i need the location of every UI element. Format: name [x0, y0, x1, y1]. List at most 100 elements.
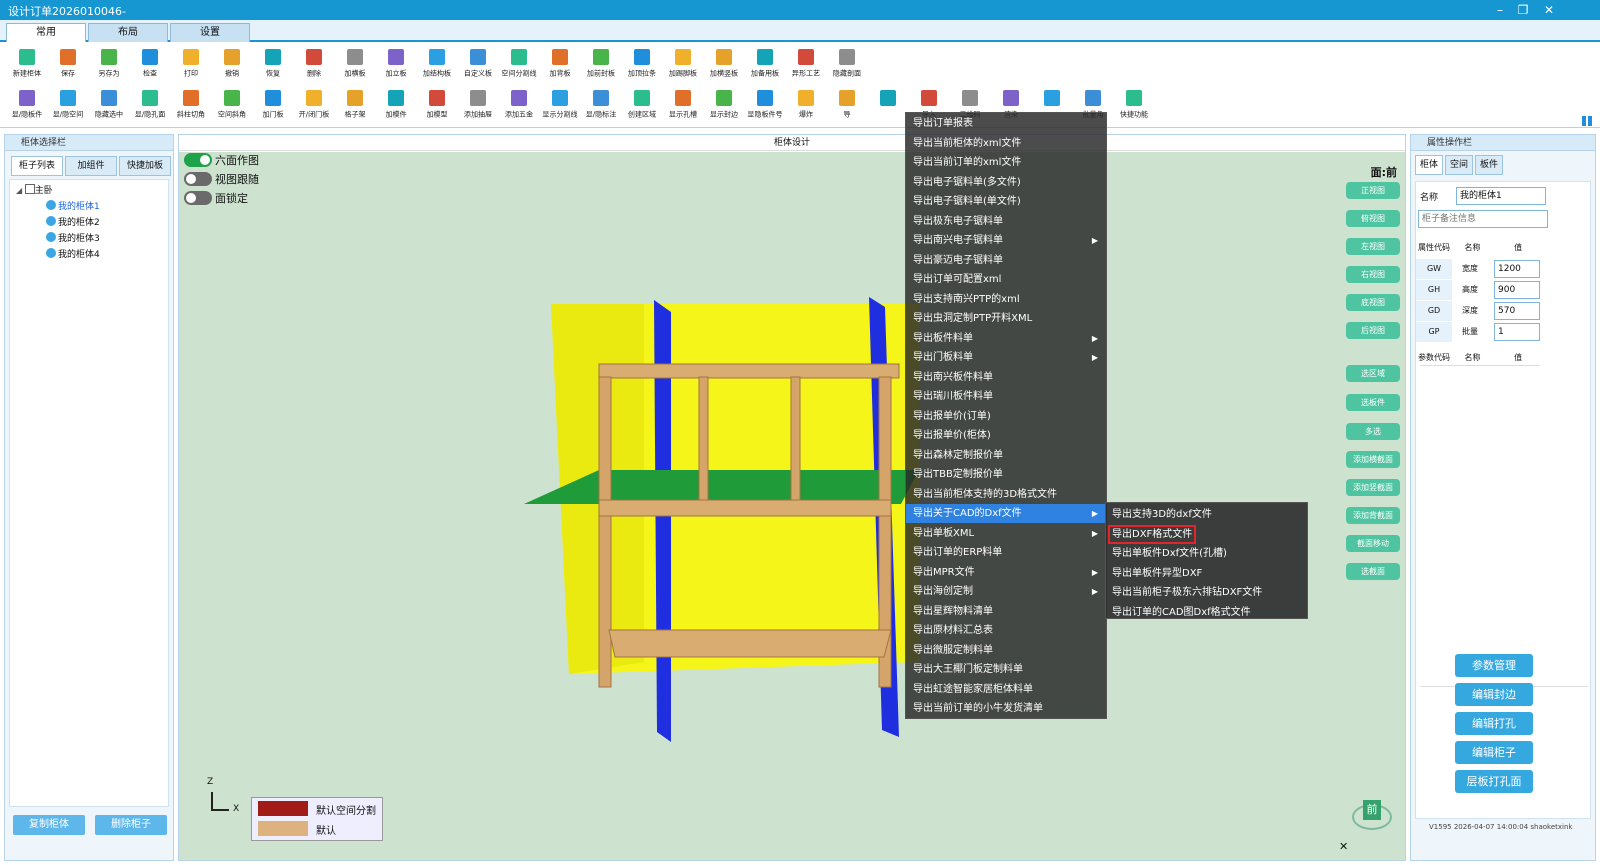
- toolbar-button-r2-7[interactable]: 开/闭门板: [291, 87, 337, 125]
- tree-root[interactable]: ◢ 主卧: [16, 184, 53, 198]
- param-value-input[interactable]: 1: [1494, 323, 1540, 341]
- menu-item-29[interactable]: 导出虹途智能家居柜体料单: [906, 680, 1106, 699]
- toolbar-button-r1-7[interactable]: 删除: [291, 46, 337, 84]
- view-button-3[interactable]: 右视图: [1346, 266, 1400, 283]
- submenu-item-4[interactable]: 导出当前柜子极东六排钻DXF文件: [1108, 583, 1306, 602]
- menu-item-6[interactable]: 导出南兴电子锯料单 ▶: [906, 231, 1106, 250]
- menu-item-22[interactable]: 导出订单的ERP料单: [906, 543, 1106, 562]
- cabinet-name-input[interactable]: 我的柜体1: [1456, 187, 1546, 205]
- tab-cabinet-list[interactable]: 柜子列表: [11, 156, 63, 176]
- view-button-12[interactable]: 截面移动: [1346, 535, 1400, 552]
- view-button-0[interactable]: 正视图: [1346, 182, 1400, 199]
- view-button-6[interactable]: 选区域: [1346, 365, 1400, 382]
- toolbar-button-r2-14[interactable]: 显/隐标注: [578, 87, 624, 125]
- toolbar-button-r1-13[interactable]: 加背板: [537, 46, 583, 84]
- toolbar-button-r1-4[interactable]: 打印: [168, 46, 214, 84]
- tree-item-cabinet-1[interactable]: 我的柜体1: [46, 200, 100, 214]
- delete-cabinet-button[interactable]: 删除柜子: [95, 815, 167, 835]
- submenu-item-5[interactable]: 导出订单的CAD图Dxf格式文件: [1108, 603, 1306, 622]
- toolbar-button-r1-14[interactable]: 加前封板: [578, 46, 624, 84]
- copy-cabinet-button[interactable]: 复制柜体: [13, 815, 85, 835]
- tab-board[interactable]: 板件: [1475, 155, 1503, 175]
- view-button-9[interactable]: 添加横截面: [1346, 451, 1400, 468]
- toolbar-button-r2-27[interactable]: 快捷功能: [1111, 87, 1157, 125]
- property-action-button-4[interactable]: 层板打孔面: [1455, 770, 1533, 793]
- tab-common[interactable]: 常用: [6, 23, 86, 42]
- menu-item-17[interactable]: 导出森林定制报价单: [906, 446, 1106, 465]
- toolbar-button-r1-8[interactable]: 加横板: [332, 46, 378, 84]
- tab-space[interactable]: 空间: [1445, 155, 1473, 175]
- property-action-button-1[interactable]: 编辑封边: [1455, 683, 1533, 706]
- toolbar-button-r2-9[interactable]: 加模件: [373, 87, 419, 125]
- tree-item-cabinet-2[interactable]: 我的柜体2: [46, 216, 100, 230]
- toolbar-button-r2-17[interactable]: 显示封边: [701, 87, 747, 125]
- view-button-13[interactable]: 选截面: [1346, 563, 1400, 580]
- toolbar-button-r2-19[interactable]: 爆炸: [783, 87, 829, 125]
- menu-item-20[interactable]: 导出关于CAD的Dxf文件 ▶: [906, 504, 1106, 523]
- view-button-1[interactable]: 俯视图: [1346, 210, 1400, 227]
- menu-item-23[interactable]: 导出MPR文件 ▶: [906, 563, 1106, 582]
- tab-cabinet[interactable]: 柜体: [1415, 155, 1443, 175]
- view-button-11[interactable]: 添加背截面: [1346, 507, 1400, 524]
- toolbar-button-r1-3[interactable]: 检查: [127, 46, 173, 84]
- toolbar-button-r2-0[interactable]: 显/隐板件: [4, 87, 50, 125]
- toolbar-button-r1-9[interactable]: 加立板: [373, 46, 419, 84]
- toolbar-button-r1-18[interactable]: 加备用板: [742, 46, 788, 84]
- toolbar-button-r2-1[interactable]: 显/隐空间: [45, 87, 91, 125]
- view-button-8[interactable]: 多选: [1346, 423, 1400, 440]
- menu-item-24[interactable]: 导出海创定制 ▶: [906, 582, 1106, 601]
- menu-item-5[interactable]: 导出极东电子锯料单: [906, 212, 1106, 231]
- close-button[interactable]: ✕: [1538, 1, 1560, 19]
- menu-item-10[interactable]: 导出虫洞定制PTP开料XML: [906, 309, 1106, 328]
- collapse-icon[interactable]: ◢: [16, 186, 25, 195]
- viewport-close-icon[interactable]: ✕: [1339, 840, 1348, 853]
- toolbar-button-r1-0[interactable]: 新建柜体: [4, 46, 50, 84]
- front-view-icon[interactable]: 前: [1352, 800, 1392, 830]
- toolbar-button-r2-8[interactable]: 格子架: [332, 87, 378, 125]
- param-value-input[interactable]: 900: [1494, 281, 1540, 299]
- property-action-button-0[interactable]: 参数管理: [1455, 654, 1533, 677]
- toolbar-button-r1-12[interactable]: 空间分割线: [496, 46, 542, 84]
- menu-item-12[interactable]: 导出门板料单 ▶: [906, 348, 1106, 367]
- tree-item-cabinet-3[interactable]: 我的柜体3: [46, 232, 100, 246]
- cabinet-note-input[interactable]: [1418, 210, 1548, 228]
- toolbar-button-r1-11[interactable]: 自定义板: [455, 46, 501, 84]
- menu-item-18[interactable]: 导出TBB定制报价单: [906, 465, 1106, 484]
- toolbar-button-r2-18[interactable]: 显隐板件号: [742, 87, 788, 125]
- menu-item-19[interactable]: 导出当前柜体支持的3D格式文件: [906, 485, 1106, 504]
- tab-settings[interactable]: 设置: [170, 23, 250, 42]
- submenu-item-0[interactable]: 导出支持3D的dxf文件: [1108, 505, 1306, 524]
- toolbar-button-r1-6[interactable]: 恢复: [250, 46, 296, 84]
- submenu-item-2[interactable]: 导出单板件Dxf文件(孔槽): [1108, 544, 1306, 563]
- toolbar-button-r2-11[interactable]: 添加抽屉: [455, 87, 501, 125]
- menu-item-3[interactable]: 导出电子锯料单(多文件): [906, 173, 1106, 192]
- minimize-button[interactable]: –: [1489, 1, 1511, 19]
- menu-item-7[interactable]: 导出豪迈电子锯料单: [906, 251, 1106, 270]
- toolbar-button-r1-15[interactable]: 加顶拉条: [619, 46, 665, 84]
- menu-item-28[interactable]: 导出大王椰门板定制料单: [906, 660, 1106, 679]
- param-value-input[interactable]: 570: [1494, 302, 1540, 320]
- menu-item-4[interactable]: 导出电子锯料单(单文件): [906, 192, 1106, 211]
- view-button-10[interactable]: 添加竖截面: [1346, 479, 1400, 496]
- toolbar-button-r1-10[interactable]: 加结构板: [414, 46, 460, 84]
- property-action-button-2[interactable]: 编辑打孔: [1455, 712, 1533, 735]
- menu-item-26[interactable]: 导出原材料汇总表: [906, 621, 1106, 640]
- toolbar-button-r2-20[interactable]: 导: [824, 87, 870, 125]
- toolbar-button-r2-6[interactable]: 加门板: [250, 87, 296, 125]
- menu-item-0[interactable]: 导出订单报表: [906, 114, 1106, 133]
- menu-item-11[interactable]: 导出板件料单 ▶: [906, 329, 1106, 348]
- toolbar-button-r1-5[interactable]: 撤销: [209, 46, 255, 84]
- submenu-item-1[interactable]: 导出DXF格式文件: [1108, 524, 1196, 544]
- toolbar-button-r1-17[interactable]: 加横竖板: [701, 46, 747, 84]
- toolbar-button-r2-4[interactable]: 斜柱切角: [168, 87, 214, 125]
- toolbar-button-r2-5[interactable]: 空间斜角: [209, 87, 255, 125]
- tab-quick-add-board[interactable]: 快捷加板: [119, 156, 171, 176]
- menu-item-27[interactable]: 导出微服定制料单: [906, 641, 1106, 660]
- toolbar-button-r2-15[interactable]: 创建区域: [619, 87, 665, 125]
- view-button-7[interactable]: 选板件: [1346, 394, 1400, 411]
- menu-item-15[interactable]: 导出报单价(订单): [906, 407, 1106, 426]
- menu-item-16[interactable]: 导出报单价(柜体): [906, 426, 1106, 445]
- toolbar-button-r2-12[interactable]: 添加五金: [496, 87, 542, 125]
- toolbar-button-r2-13[interactable]: 显示分割线: [537, 87, 583, 125]
- menu-item-14[interactable]: 导出瑞川板件料单: [906, 387, 1106, 406]
